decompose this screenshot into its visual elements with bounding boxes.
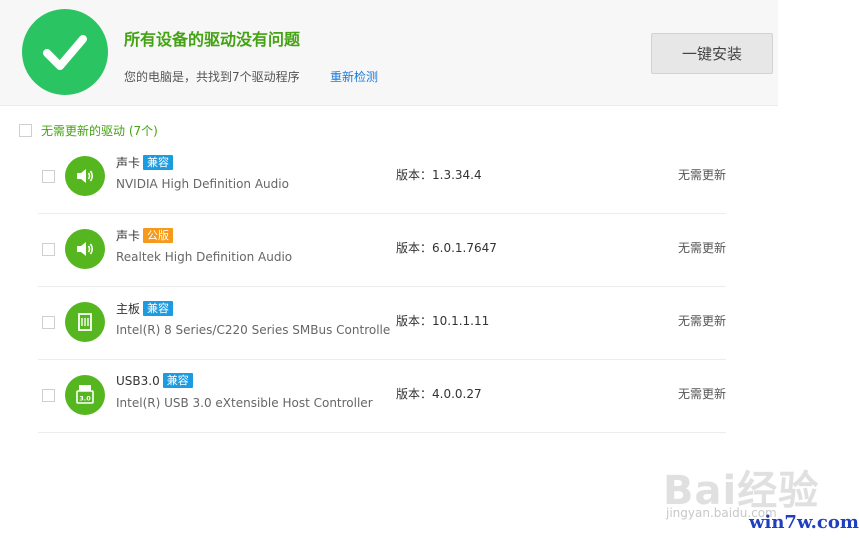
compat-badge: 兼容 <box>143 155 174 170</box>
public-badge: 公版 <box>143 228 174 243</box>
rescan-link[interactable]: 重新检测 <box>330 68 378 85</box>
driver-status: 无需更新 <box>678 168 727 182</box>
group-label: 无需更新的驱动 (7个) <box>41 124 158 138</box>
driver-name: Intel(R) USB 3.0 eXtensible Host Control… <box>116 396 373 410</box>
driver-version: 版本：4.0.0.27 <box>396 387 482 401</box>
driver-name: Realtek High Definition Audio <box>116 250 293 264</box>
driver-row: 主板 兼容 Intel(R) 8 Series/C220 Series SMBu… <box>38 286 726 360</box>
compat-badge: 兼容 <box>162 373 193 388</box>
motherboard-icon <box>65 302 105 342</box>
svg-text:3.0: 3.0 <box>79 395 91 403</box>
driver-checkbox[interactable] <box>42 243 55 256</box>
group-header: 无需更新的驱动 (7个) <box>19 122 158 139</box>
driver-type: USB3.0 <box>116 373 160 388</box>
compat-badge: 兼容 <box>143 301 174 316</box>
driver-checkbox[interactable] <box>42 170 55 183</box>
driver-row: 声卡 公版 Realtek High Definition Audio 版本：6… <box>38 213 726 287</box>
speaker-icon <box>65 156 105 196</box>
driver-row: 声卡 兼容 NVIDIA High Definition Audio 版本：1.… <box>38 140 726 214</box>
driver-status: 无需更新 <box>678 314 727 328</box>
driver-row: 3.0 USB3.0 兼容 Intel(R) USB 3.0 eXtensibl… <box>38 359 726 433</box>
driver-checkbox[interactable] <box>42 316 55 329</box>
usb3-icon: 3.0 <box>65 375 105 415</box>
status-header: 所有设备的驱动没有问题 您的电脑是，共找到7个驱动程序 重新检测 一键安装 <box>0 0 778 106</box>
one-click-install-button[interactable]: 一键安装 <box>651 33 773 74</box>
driver-status: 无需更新 <box>678 241 727 255</box>
status-subtitle: 您的电脑是，共找到7个驱动程序 <box>124 70 300 84</box>
driver-version: 版本：10.1.1.11 <box>396 314 490 328</box>
status-title: 所有设备的驱动没有问题 <box>124 30 301 49</box>
driver-name: NVIDIA High Definition Audio <box>116 177 289 191</box>
group-select-all-checkbox[interactable] <box>19 124 32 137</box>
driver-type: 声卡 <box>116 229 141 243</box>
speaker-icon <box>65 229 105 269</box>
driver-type: 主板 <box>116 302 141 316</box>
driver-type: 声卡 <box>116 156 141 170</box>
driver-name: Intel(R) 8 Series/C220 Series SMBus Cont… <box>116 323 391 337</box>
driver-checkbox[interactable] <box>42 389 55 402</box>
driver-version: 版本：6.0.1.7647 <box>396 241 497 255</box>
site-watermark: win7w.com <box>749 512 859 533</box>
driver-status: 无需更新 <box>678 387 727 401</box>
success-check-icon <box>22 9 108 95</box>
driver-version: 版本：1.3.34.4 <box>396 168 482 182</box>
